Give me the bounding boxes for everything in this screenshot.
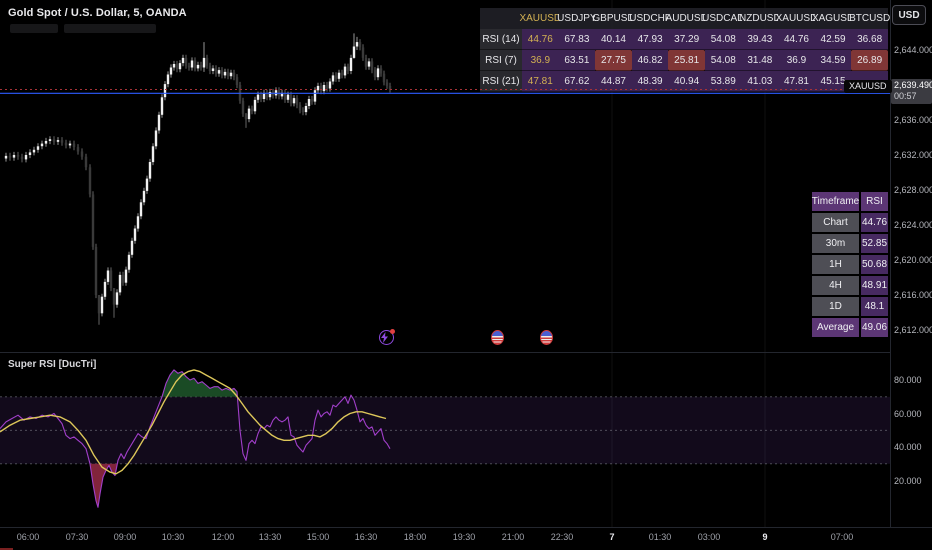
timeframe-rsi-value: 52.85 [861,234,888,253]
rsi-header: RSI [861,192,888,211]
price-tick-label: 2,636.000 [894,115,932,125]
legend-muted-values [10,24,58,33]
price-tick-label: 2,632.000 [894,150,932,160]
rsi-tick-label: 60.000 [894,408,922,419]
timeframe-cell: 1D [812,297,859,316]
symbol-column-header: XAGUSD [812,8,854,30]
average-rsi-value: 49.06 [861,318,888,337]
price-tick-label: 2,644.000 [894,45,932,55]
rsi-value-cell: 54.08 [704,50,742,71]
symbol-column-header: NZDUSD [739,8,781,30]
price-tick-label: 2,620.000 [894,255,932,265]
price-tick-label: 2,624.000 [894,220,932,230]
rsi-value-cell: 36.68 [851,29,888,50]
time-tick-day-label: 9 [762,532,768,542]
time-tick-label: 22:30 [550,532,574,542]
timeframe-rsi-value: 48.91 [861,276,888,295]
rsi-value-cell: 26.89 [851,50,888,71]
tradingview-chart-window: Gold Spot / U.S. Dollar, 5, OANDA Super … [0,0,932,550]
time-tick-label: 12:00 [211,532,235,542]
time-tick-label: 01:30 [648,532,672,542]
symbol-column-header: USDCHF [629,8,671,30]
symbol-axis-label: XAUUSD [844,80,892,93]
rsi-value-cell: 44.76 [778,29,815,50]
us-flag-event-icon[interactable] [491,330,504,345]
price-tick-label: 2,628.000 [894,185,932,195]
timeframe-rsi-table[interactable]: Timeframe RSI Chart 44.76 30m 52.85 1H 50.68 4H 4… [812,192,888,337]
currency-toggle-button[interactable]: USD [892,5,926,25]
rsi-value-cell: 36.9 [522,50,559,71]
symbol-column-header: XAUUSD [519,8,561,30]
time-tick-label: 21:00 [501,532,525,542]
rsi-value-cell: 40.14 [595,29,632,50]
rsi-value-cell: 47.93 [631,29,669,50]
timeframe-rsi-value: 50.68 [861,255,888,274]
bar-countdown: 00:57 [894,91,917,101]
timeframe-cell: 4H [812,276,859,295]
symbol-column-header: USDJPY [557,8,597,30]
current-price-label[interactable]: 2,639.490 00:57 [891,79,932,104]
rsi-value-cell: 37.29 [668,29,705,50]
rsi-value-cell: 54.08 [704,29,742,50]
rsi-value-cell: 42.59 [814,29,852,50]
time-tick-label: 13:30 [258,532,282,542]
rsi-value-cell: 34.59 [814,50,852,71]
rsi-value-cell: 44.76 [522,29,559,50]
legend-muted-values [64,24,156,33]
timeframe-cell: 30m [812,234,859,253]
rsi-tick-label: 20.000 [894,475,922,486]
rsi-value-cell: 27.75 [595,50,632,71]
time-tick-label: 07:30 [65,532,89,542]
time-tick-label: 09:00 [113,532,137,542]
timeframe-cell: Chart [812,213,859,232]
rsi-tick-label: 40.000 [894,442,922,452]
time-tick-label: 10:30 [161,532,185,542]
timeframe-rsi-value: 48.1 [861,297,888,316]
rsi-value-cell: 67.83 [558,29,596,50]
symbol-column-header: GBPUSD [592,8,635,30]
timeframe-cell: 1H [812,255,859,274]
price-tick-label: 2,612.000 [894,325,932,335]
rsi-tick-label: 80.000 [894,375,922,385]
rsi-value-cell: 39.43 [741,29,779,50]
time-tick-label: 18:00 [403,532,427,542]
time-tick-label: 16:30 [354,532,378,542]
time-tick-label: 19:30 [452,532,476,542]
rsi-value-cell: 63.51 [558,50,596,71]
time-tick-label: 03:00 [697,532,721,542]
time-tick-day-label: 7 [609,532,615,542]
table-corner-cell [480,8,522,30]
rsi-row-label: RSI (14) [480,29,522,50]
symbol-column-header: XAUUSD [776,8,817,30]
symbol-column-header: AUDUSD [666,8,708,30]
rsi-row-label: RSI (7) [480,50,522,71]
us-flag-event-icon[interactable] [540,330,553,345]
time-tick-label: 06:00 [16,532,40,542]
time-tick-label: 15:00 [306,532,330,542]
last-price-value: 2,639.490 [894,80,932,90]
current-price-line [0,89,890,90]
timeframe-header: Timeframe [812,192,859,211]
symbol-column-header: USDCAD [702,8,744,30]
multi-symbol-rsi-table[interactable]: XAUUSD USDJPY GBPUSD USDCHF AUDUSD USDCAD NZDU… [480,8,890,92]
price-tick-label: 2,616.000 [894,290,932,300]
timeframe-rsi-value: 44.76 [861,213,888,232]
rsi-value-cell: 25.81 [668,50,705,71]
rsi-value-cell: 46.82 [631,50,669,71]
time-axis[interactable]: 06:00 07:30 09:00 10:30 12:00 13:30 15:00 16:30… [0,528,932,550]
rsi-value-cell: 36.9 [778,50,815,71]
time-tick-label: 07:00 [830,532,854,542]
rsi-indicator-canvas[interactable] [0,353,890,527]
average-label: Average [812,318,859,337]
flash-event-icon[interactable] [379,329,395,345]
rsi-value-cell: 31.48 [741,50,779,71]
symbol-legend[interactable]: Gold Spot / U.S. Dollar, 5, OANDA [8,7,187,19]
symbol-column-header: BTCUSD [849,8,890,30]
pane-separator[interactable] [0,352,890,353]
rsi-indicator-legend[interactable]: Super RSI [DucTri] [8,359,96,370]
